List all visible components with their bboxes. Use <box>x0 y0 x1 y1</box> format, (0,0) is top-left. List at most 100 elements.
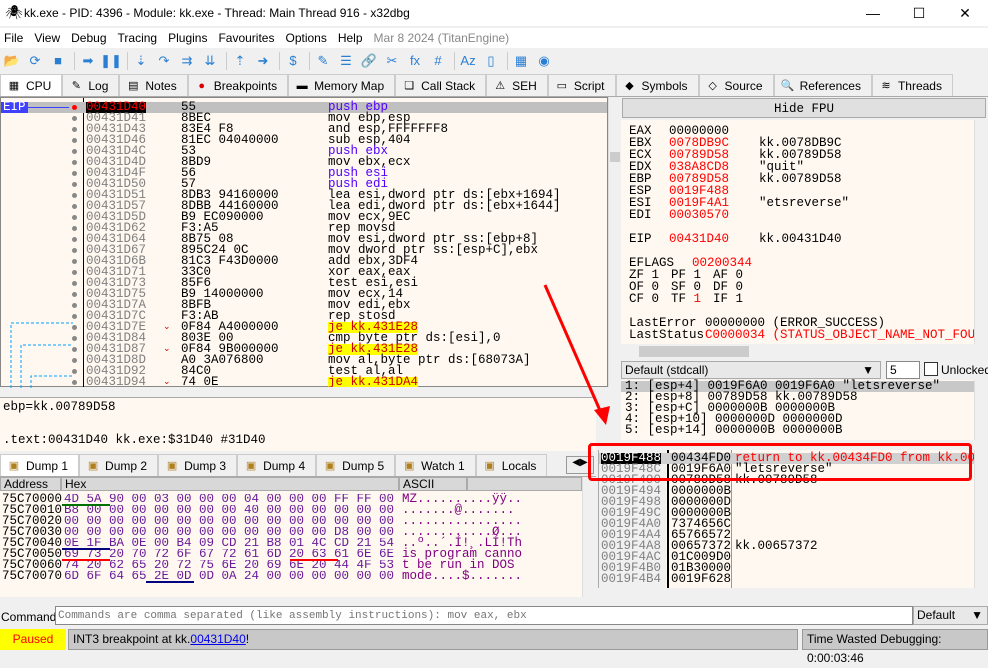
flag-if[interactable]: IF 1 <box>713 293 755 306</box>
menu-file[interactable]: File <box>4 31 23 45</box>
command-mode-select[interactable]: Default ▼ <box>913 606 988 625</box>
tab-cpu[interactable]: ▦ CPU <box>0 74 63 96</box>
menu-plugins[interactable]: Plugins <box>168 31 207 45</box>
menu-debug[interactable]: Debug <box>71 31 106 45</box>
calling-convention-select[interactable]: Default (stdcall) ▼ <box>621 361 881 379</box>
pause-icon[interactable]: ❚❚ <box>100 52 122 70</box>
menu-help[interactable]: Help <box>338 31 363 45</box>
menu-tracing[interactable]: Tracing <box>118 31 158 45</box>
dump-hex[interactable]: 00 00 00 00 00 00 00 00 00 00 00 00 00 0… <box>64 516 399 527</box>
register-name: EIP <box>629 232 652 246</box>
argument-row[interactable]: 5: [esp+14] 0000000B 0000000B <box>621 424 974 437</box>
run-to-user-code-icon[interactable]: ➜ <box>253 52 273 70</box>
scylla-icon[interactable]: $ <box>283 52 303 70</box>
menu-view[interactable]: View <box>34 31 60 45</box>
tab-memory-map[interactable]: ▬ Memory Map <box>288 74 396 96</box>
command-input[interactable] <box>55 606 913 625</box>
tab-locals[interactable]: ▣ Locals <box>475 454 548 476</box>
dump-hex[interactable]: 0E 1F BA 0E 00 B4 09 CD 21 B8 01 4C CD 2… <box>64 538 399 549</box>
tab-seh[interactable]: ⚠ SEH <box>486 74 548 96</box>
minimize-button[interactable]: — <box>850 0 896 26</box>
stop-icon[interactable]: ■ <box>48 52 68 70</box>
tab-dump-4[interactable]: ▣ Dump 4 <box>237 454 317 476</box>
tab-dump-5[interactable]: ▣ Dump 5 <box>316 454 396 476</box>
tab-call-stack[interactable]: ❏ Call Stack <box>395 74 487 96</box>
register-value[interactable]: 00431D40 <box>669 233 759 246</box>
dump-hex[interactable]: B8 00 00 00 00 00 00 00 40 00 00 00 00 0… <box>64 505 399 516</box>
flag-value: 1 <box>693 292 702 306</box>
chevron-down-icon: ▼ <box>971 608 983 622</box>
dump-icon: ▣ <box>8 459 20 472</box>
menu-favourites[interactable]: Favourites <box>218 31 274 45</box>
comment-icon[interactable]: ☰ <box>336 52 356 70</box>
dump-hex[interactable]: 69 73 20 70 72 6F 67 72 61 6D 20 63 61 6… <box>64 549 399 560</box>
menu-options[interactable]: Options <box>285 31 326 45</box>
breakpoint-address-link[interactable]: 00431D40 <box>190 632 245 646</box>
step-over-icon[interactable]: ↷ <box>154 52 174 70</box>
dump-hex[interactable]: 6D 6F 64 65 2E 0D 0D 0A 24 00 00 00 00 0… <box>64 571 399 582</box>
strings-icon[interactable]: Aᴢ <box>458 52 478 70</box>
arg-count-spinbox[interactable]: 5 <box>886 361 920 379</box>
column-header-hex[interactable]: Hex <box>61 477 399 491</box>
execute-till-return-icon[interactable]: ⇡ <box>230 52 250 70</box>
tab-notes[interactable]: ▤ Notes <box>119 74 188 96</box>
register-eip[interactable]: EIP 00431D40 kk.00431D40 <box>629 232 966 246</box>
tab-threads[interactable]: ≋ Threads <box>871 74 953 96</box>
trace-over-icon[interactable]: ⇊ <box>200 52 220 70</box>
run-icon[interactable]: ➡ <box>78 52 98 70</box>
registers-scrollbar[interactable] <box>974 120 988 344</box>
stack-row[interactable]: 0019F4B4 0019F628 <box>599 573 974 586</box>
tab-breakpoints[interactable]: ● Breakpoints <box>187 74 289 96</box>
disassembly-hscroll[interactable] <box>83 387 608 397</box>
calculator-icon[interactable]: ▦ <box>511 52 531 70</box>
disassembly-view[interactable]: EIP 00431D40 55 push ebp 00431D41 8BEC mov ebp… <box>0 97 608 388</box>
dump-hex[interactable]: 74 20 62 65 20 72 75 6E 20 69 6E 20 44 4… <box>64 560 399 571</box>
trace-into-icon[interactable]: ⇉ <box>177 52 197 70</box>
tab-log[interactable]: ✎ Log <box>62 74 120 96</box>
hash-icon[interactable]: # <box>428 52 448 70</box>
restart-icon[interactable]: ⟳ <box>25 52 45 70</box>
dump-scrollbar[interactable] <box>582 477 596 597</box>
dump-hex[interactable]: 00 00 00 00 00 00 00 00 00 00 00 00 D8 0… <box>64 527 399 538</box>
tab-label: Dump 3 <box>184 458 227 473</box>
tab-dump-2[interactable]: ▣ Dump 2 <box>79 454 159 476</box>
dump-view[interactable]: Address Hex ASCII 75C70000 4D 5A 90 00 03… <box>0 477 582 597</box>
flag-cf[interactable]: CF 0 <box>629 293 671 306</box>
tab-references[interactable]: 🔍 References <box>773 74 872 96</box>
command-label: Command: <box>1 610 60 624</box>
function-icon[interactable]: fx <box>405 52 425 70</box>
tab-dump-3[interactable]: ▣ Dump 3 <box>158 454 238 476</box>
column-header-ascii[interactable]: ASCII <box>399 477 467 491</box>
tab-symbols[interactable]: ◆ Symbols <box>615 74 699 96</box>
column-header-address[interactable]: Address <box>0 477 61 491</box>
register-edi[interactable]: EDI 00030570 <box>629 209 966 222</box>
globe-icon[interactable]: ◉ <box>534 52 554 70</box>
unlocked-checkbox[interactable] <box>924 362 938 376</box>
dump-ascii[interactable]: mode....$....... <box>402 570 522 583</box>
maximize-button[interactable]: ☐ <box>896 0 942 26</box>
stack-scrollbar[interactable] <box>974 450 988 588</box>
bookmark-icon[interactable]: ✂ <box>382 52 402 70</box>
tab-source[interactable]: ◇ Source <box>698 74 774 96</box>
dump-row[interactable]: 75C70070 6D 6F 64 65 2E 0D 0D 0A 24 00 00… <box>2 570 582 583</box>
tab-watch-1[interactable]: ▣ Watch 1 <box>395 454 476 476</box>
label-icon[interactable]: 🔗 <box>359 52 379 70</box>
flag-tf[interactable]: TF 1 <box>671 292 713 306</box>
tab-label: Dump 2 <box>105 458 148 473</box>
step-into-icon[interactable]: ⇣ <box>131 52 151 70</box>
close-button[interactable]: ✕ <box>942 0 988 26</box>
register-value[interactable]: 00030570 <box>669 209 759 222</box>
last-status[interactable]: LastStatusC0000034 (STATUS_OBJECT_NAME_N… <box>629 329 974 342</box>
hide-fpu-button[interactable]: Hide FPU <box>622 98 986 118</box>
device-icon[interactable]: ▯ <box>481 52 501 70</box>
tab-script[interactable]: ▭ Script <box>547 74 616 96</box>
dump-hex[interactable]: 4D 5A 90 00 03 00 00 00 04 00 00 00 FF F… <box>64 494 399 505</box>
status-text-suffix: ! <box>245 632 250 646</box>
patch-icon[interactable]: ✎ <box>313 52 333 70</box>
open-icon[interactable]: 📂 <box>2 52 22 70</box>
tab-dump-1[interactable]: ▣ Dump 1 <box>0 454 80 476</box>
registers-hscroll[interactable] <box>621 344 988 359</box>
arguments-scrollbar[interactable] <box>974 380 988 440</box>
arguments-view[interactable]: 1: [esp+4] 0019F6A0 0019F6A0 "letsrevers… <box>621 380 974 440</box>
registers-view[interactable]: EAX 00000000 EBX 0078DB9C kk.0078DB9C ECX 0078… <box>621 120 974 344</box>
